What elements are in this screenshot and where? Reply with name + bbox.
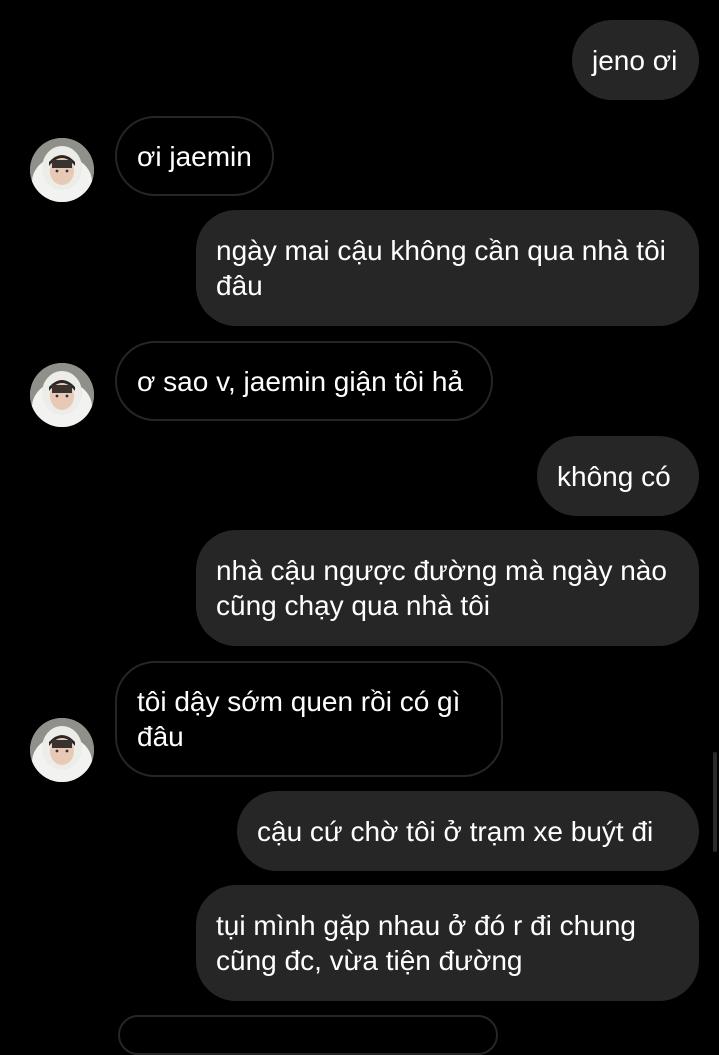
message-text: ngày mai cậu không cần qua nhà tôi đâu (216, 235, 666, 301)
received-message-bubble-partial (118, 1015, 498, 1055)
received-message-bubble[interactable]: ơ sao v, jaemin giận tôi hả (115, 341, 493, 421)
message-text: ơi jaemin (137, 140, 252, 172)
sent-message-bubble[interactable]: ngày mai cậu không cần qua nhà tôi đâu (196, 210, 699, 326)
message-text: nhà cậu ngược đường mà ngày nào cũng chạ… (216, 555, 667, 621)
avatar-image (30, 718, 94, 782)
contact-avatar[interactable] (30, 363, 94, 427)
received-message-bubble[interactable]: tôi dậy sớm quen rồi có gì đâu (115, 661, 503, 777)
message-text: không có (557, 460, 671, 492)
sent-message-bubble[interactable]: không có (537, 436, 699, 516)
message-text: cậu cứ chờ tôi ở trạm xe buýt đi (257, 815, 654, 847)
sent-message-bubble[interactable]: nhà cậu ngược đường mà ngày nào cũng chạ… (196, 530, 699, 646)
sent-message-bubble[interactable]: cậu cứ chờ tôi ở trạm xe buýt đi (237, 791, 699, 871)
sent-message-bubble[interactable]: jeno ơi (572, 20, 699, 100)
sent-message-bubble[interactable]: tụi mình gặp nhau ở đó r đi chung cũng đ… (196, 885, 699, 1001)
avatar-image (30, 363, 94, 427)
message-text: tôi dậy sớm quen rồi có gì đâu (137, 686, 461, 752)
message-text: jeno ơi (592, 44, 678, 76)
contact-avatar[interactable] (30, 718, 94, 782)
message-text: ơ sao v, jaemin giận tôi hả (137, 365, 464, 397)
received-message-bubble[interactable]: ơi jaemin (115, 116, 274, 196)
message-text: tụi mình gặp nhau ở đó r đi chung cũng đ… (216, 910, 636, 976)
scrollbar[interactable] (713, 752, 717, 852)
contact-avatar[interactable] (30, 138, 94, 202)
avatar-image (30, 138, 94, 202)
